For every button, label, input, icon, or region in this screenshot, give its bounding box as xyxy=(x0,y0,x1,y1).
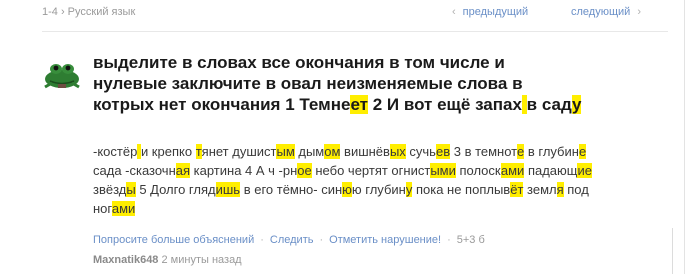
highlighted-ending: ет xyxy=(350,95,369,114)
scrollbar[interactable] xyxy=(672,228,683,274)
answer.parts-segment: падающ xyxy=(524,163,578,178)
answer.parts-segment: дым xyxy=(294,144,325,159)
answer.parts-segment: 3 в темнот xyxy=(450,144,517,159)
answer.parts-segment: и крепко xyxy=(140,144,196,159)
answer.parts-segment: картина 4 А ч -рн xyxy=(190,163,298,178)
chevron-left-icon: ‹ xyxy=(452,6,456,18)
highlighted-ending: ами xyxy=(500,163,525,178)
highlighted-ending: ая xyxy=(175,163,191,178)
highlighted-ending: ев xyxy=(435,144,451,159)
answer.parts-segment: вишнёв xyxy=(340,144,390,159)
separator-dot: · xyxy=(260,234,264,246)
report-violation-link[interactable]: Отметить нарушение! xyxy=(329,234,441,246)
breadcrumb[interactable]: 1-4 › Русский язык xyxy=(42,6,135,18)
highlighted-ending: е xyxy=(578,144,587,159)
follow-link[interactable]: Следить xyxy=(270,234,314,246)
question-title: выделите в словах все окончания в том чи… xyxy=(93,52,583,115)
prev-question-link[interactable]: ‹ предыдущий xyxy=(452,6,528,18)
separator-dot: · xyxy=(319,234,324,246)
answer.parts-segment: земл xyxy=(523,182,557,197)
answer.parts-segment: полоск xyxy=(455,163,501,178)
separator-dot: · xyxy=(447,234,451,246)
answer.parts-segment: небо чертят огнист xyxy=(311,163,431,178)
highlighted-ending: ое xyxy=(297,163,312,178)
highlighted-ending: ёт xyxy=(510,182,524,197)
highlighted-ending: у xyxy=(571,95,582,114)
answer-text: -костёр и крепко тянет душистым дымом ви… xyxy=(93,142,598,218)
ask-more-explanations-link[interactable]: Попросите больше объяснений xyxy=(93,234,254,246)
next-question-link[interactable]: следующий › xyxy=(571,6,641,18)
answer.parts-segment: 5 Долго гляд xyxy=(135,182,216,197)
timestamp: 2 минуты назад xyxy=(161,254,242,266)
highlighted-ending: ишь xyxy=(215,182,241,197)
question.title_parts-segment: в сад xyxy=(526,95,572,114)
answer.parts-segment: в его тёмно- син xyxy=(240,182,343,197)
highlighted-ending: ыми xyxy=(430,163,456,178)
answer.parts-segment: пока не поплыв xyxy=(412,182,511,197)
highlighted-ending: я xyxy=(556,182,564,197)
answer.parts-segment: сучь xyxy=(405,144,436,159)
question.title_parts-segment: 2 И вот ещё запах xyxy=(368,95,522,114)
answer-meta: Maxnatik648 2 минуты назад xyxy=(93,254,242,266)
highlighted-ending: ом xyxy=(324,144,341,159)
answer.parts-segment: ю глубин xyxy=(351,182,406,197)
highlighted-ending: ым xyxy=(276,144,295,159)
answer.parts-segment: янет душист xyxy=(201,144,277,159)
frog-avatar-icon[interactable] xyxy=(38,55,86,91)
answer.parts-segment: в глубин xyxy=(524,144,579,159)
highlighted-ending: ие xyxy=(577,163,592,178)
highlighted-ending: ы xyxy=(126,182,136,197)
answer.parts-segment: сада -сказочн xyxy=(93,163,176,178)
highlighted-ending: ю xyxy=(342,182,352,197)
points-badge: 5+3 б xyxy=(456,234,485,246)
answer.parts-segment: звёзд xyxy=(93,182,127,197)
highlighted-ending: ами xyxy=(111,201,136,216)
answer.parts-segment: -костёр xyxy=(93,144,138,159)
username[interactable]: Maxnatik648 xyxy=(93,254,158,266)
top-bar: 1-4 › Русский язык ‹ предыдущий следующий… xyxy=(0,0,689,28)
right-border xyxy=(684,0,685,274)
next-label: следующий xyxy=(571,6,631,18)
answer-actions: Попросите больше объяснений · Следить · Отме… xyxy=(93,234,485,246)
prev-label: предыдущий xyxy=(462,6,529,18)
divider xyxy=(42,31,668,32)
chevron-right-icon: › xyxy=(637,6,641,18)
highlighted-ending: ых xyxy=(389,144,406,159)
